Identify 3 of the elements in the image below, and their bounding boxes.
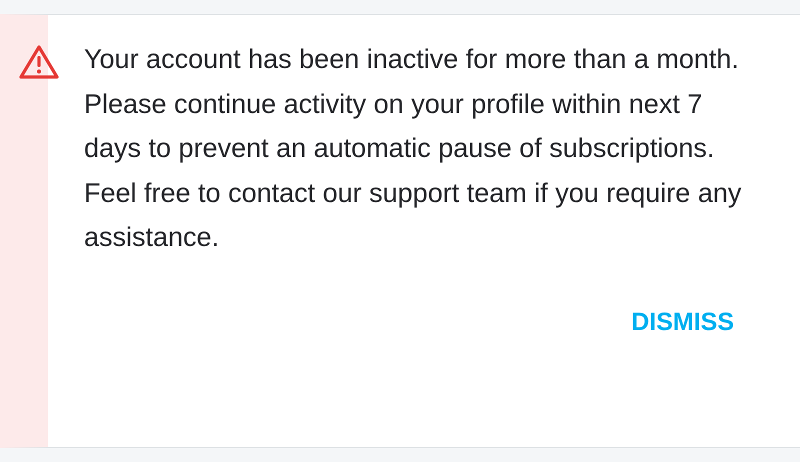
warning-icon <box>18 44 60 80</box>
alert-message: Your account has been inactive for more than a month. Please continue activity on your profile within next 7 days to prevent an automatic pause of subscriptions. Feel free to contact our support team if you require any assistance. <box>84 43 742 254</box>
dismiss-button[interactable]: DISMISS <box>631 304 734 340</box>
